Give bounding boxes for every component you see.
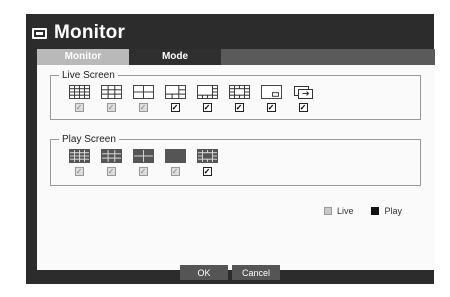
layout-16-split-icon: [68, 149, 90, 163]
play-screen-layout-13-split[interactable]: ✓: [191, 149, 223, 176]
layout-checkbox[interactable]: ✓: [170, 103, 180, 112]
layout-checkbox[interactable]: ✓: [138, 167, 148, 176]
layout-9-split-icon: [100, 149, 122, 163]
legend-live: Live: [323, 206, 354, 216]
live-screen-layout-13-split[interactable]: ✓: [223, 85, 255, 112]
live-screen-label: Live Screen: [62, 70, 115, 81]
play-screen-layout-9-split[interactable]: ✓: [95, 149, 127, 176]
mode-legend: Live Play: [306, 206, 402, 216]
legend-play: Play: [371, 206, 402, 216]
layout-checkbox[interactable]: ✓: [234, 103, 244, 112]
legend-play-label: Play: [384, 206, 402, 216]
live-screen-layout-6-split[interactable]: ✓: [159, 85, 191, 112]
layout-checkbox[interactable]: ✓: [106, 167, 116, 176]
layout-4-split-icon: [132, 85, 154, 99]
live-screen-layout-pip[interactable]: ✓: [255, 85, 287, 112]
cancel-button[interactable]: Cancel: [232, 265, 280, 280]
play-layout-row: ✓ ✓ ✓ ✓ ✓: [63, 149, 223, 176]
content-panel: Live Screen ✓ ✓ ✓ ✓ ✓ ✓ ✓ ✓ Play Screen ✓ ✓ ✓ ✓ ✓ L…: [37, 65, 435, 270]
layout-checkbox[interactable]: ✓: [138, 103, 148, 112]
dialog-buttons: OK Cancel: [26, 265, 434, 280]
live-swatch: [323, 207, 332, 215]
play-screen-group: Play Screen ✓ ✓ ✓ ✓ ✓: [50, 134, 421, 186]
title-bar: Monitor: [32, 18, 434, 48]
layout-pip-icon: [260, 85, 282, 99]
tab-bar: Monitor Mode: [37, 49, 435, 65]
layout-sequence-icon: [293, 86, 313, 99]
play-swatch: [371, 207, 380, 215]
layout-checkbox[interactable]: ✓: [106, 103, 116, 112]
layout-9-split-icon: [100, 85, 122, 99]
layout-4-split-icon: [132, 149, 154, 163]
live-screen-layout-4-split[interactable]: ✓: [127, 85, 159, 112]
live-screen-layout-8-split[interactable]: ✓: [191, 85, 223, 112]
window-title: Monitor: [54, 22, 126, 43]
layout-checkbox[interactable]: ✓: [74, 103, 84, 112]
layout-8-split-icon: [196, 85, 218, 99]
layout-checkbox[interactable]: ✓: [266, 103, 276, 112]
tab-monitor[interactable]: Monitor: [37, 49, 129, 65]
play-screen-label: Play Screen: [62, 134, 116, 145]
ok-button[interactable]: OK: [180, 265, 228, 280]
monitor-icon: [32, 27, 47, 39]
layout-checkbox[interactable]: ✓: [298, 103, 308, 112]
layout-single-icon: [164, 149, 186, 163]
play-screen-layout-4-split[interactable]: ✓: [127, 149, 159, 176]
layout-checkbox[interactable]: ✓: [202, 167, 212, 176]
live-screen-layout-9-split[interactable]: ✓: [95, 85, 127, 112]
live-layout-row: ✓ ✓ ✓ ✓ ✓ ✓ ✓ ✓: [63, 85, 319, 112]
live-screen-group: Live Screen ✓ ✓ ✓ ✓ ✓ ✓ ✓ ✓: [50, 70, 421, 120]
layout-13-split-icon: [196, 149, 218, 163]
play-screen-layout-single[interactable]: ✓: [159, 149, 191, 176]
layout-checkbox[interactable]: ✓: [170, 167, 180, 176]
layout-13-split-icon: [228, 85, 250, 99]
legend-live-label: Live: [336, 206, 354, 216]
layout-checkbox[interactable]: ✓: [202, 103, 212, 112]
layout-16-split-icon: [68, 85, 90, 99]
monitor-window: Monitor Monitor Mode Live Screen ✓ ✓ ✓ ✓ ✓ ✓ ✓…: [26, 14, 435, 284]
live-screen-layout-sequence[interactable]: ✓: [287, 85, 319, 112]
play-screen-layout-16-split[interactable]: ✓: [63, 149, 95, 176]
tab-mode[interactable]: Mode: [129, 49, 221, 65]
layout-checkbox[interactable]: ✓: [74, 167, 84, 176]
live-screen-layout-16-split[interactable]: ✓: [63, 85, 95, 112]
layout-6-split-icon: [164, 85, 186, 99]
